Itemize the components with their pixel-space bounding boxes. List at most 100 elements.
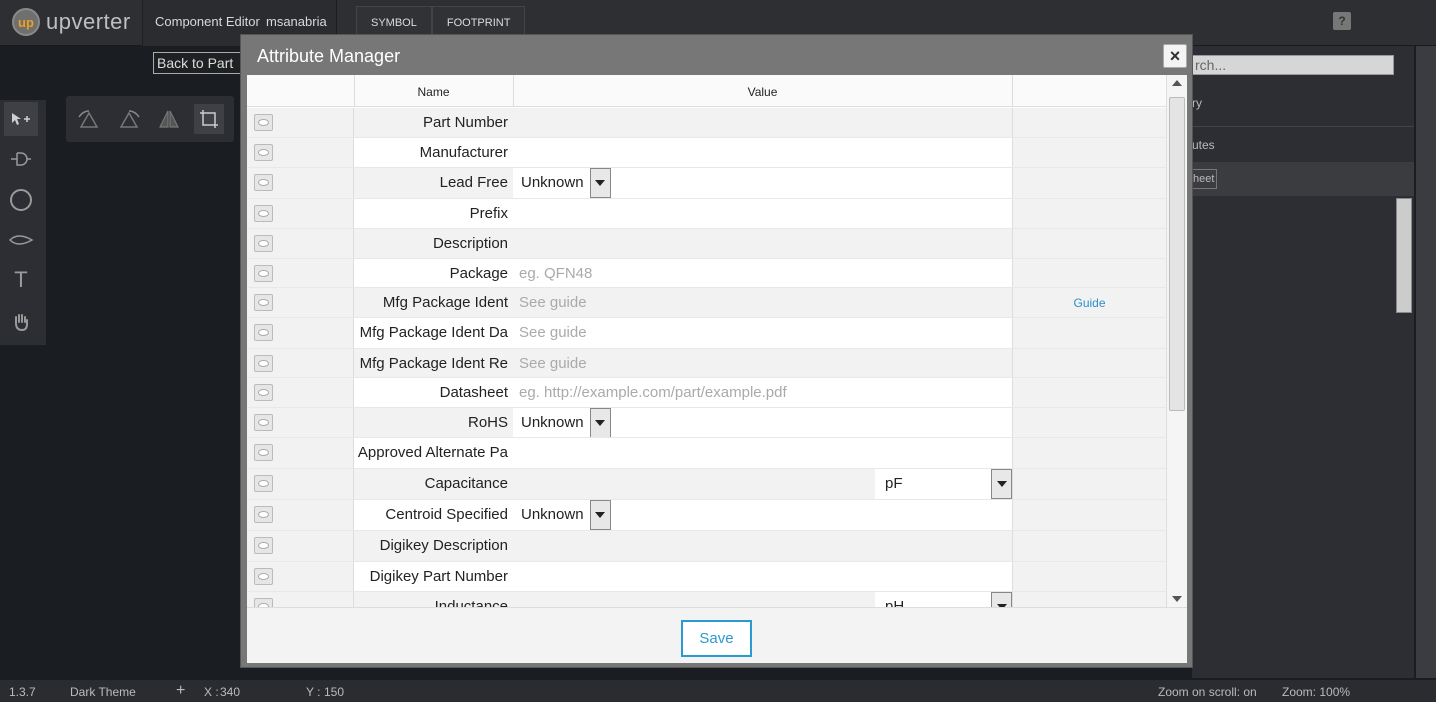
action-cell bbox=[1012, 108, 1166, 138]
attribute-value-input[interactable] bbox=[513, 531, 1012, 561]
table-row: Centroid Specified Unknown bbox=[247, 500, 1166, 531]
action-cell bbox=[1012, 349, 1166, 379]
attribute-value-input[interactable] bbox=[513, 229, 1012, 259]
help-icon[interactable]: ? bbox=[1333, 12, 1351, 30]
save-button[interactable]: Save bbox=[681, 620, 752, 657]
attribute-value-input[interactable]: See guide bbox=[513, 349, 1012, 379]
dialog-title: Attribute Manager bbox=[257, 46, 401, 66]
attribute-name: Part Number bbox=[354, 108, 513, 138]
right-search-input[interactable]: rch... bbox=[1192, 55, 1394, 75]
hand-tool-icon[interactable] bbox=[4, 305, 38, 339]
visibility-cell bbox=[247, 349, 354, 379]
eye-icon[interactable] bbox=[254, 414, 273, 431]
table-row: Prefix bbox=[247, 199, 1166, 229]
eye-icon[interactable] bbox=[254, 235, 273, 252]
crop-icon[interactable] bbox=[194, 104, 224, 134]
eye-icon[interactable] bbox=[254, 294, 273, 311]
unit-select[interactable]: pH bbox=[875, 592, 1012, 607]
eye-icon[interactable] bbox=[254, 598, 273, 607]
action-cell bbox=[1012, 500, 1166, 530]
action-cell bbox=[1012, 531, 1166, 561]
zoom-scroll-toggle[interactable]: Zoom on scroll: on bbox=[1158, 685, 1257, 699]
theme-toggle[interactable]: Dark Theme bbox=[70, 685, 136, 699]
flip-icon[interactable] bbox=[154, 104, 184, 134]
visibility-cell bbox=[247, 318, 354, 348]
attribute-value-input[interactable]: See guide bbox=[513, 318, 1012, 348]
pin-tool-icon[interactable] bbox=[4, 142, 38, 176]
upverter-logo[interactable]: up upverter bbox=[12, 8, 131, 36]
value-select[interactable]: Unknown bbox=[517, 168, 611, 198]
attribute-value-input[interactable] bbox=[513, 108, 1012, 138]
attribute-value-input[interactable]: Unknown bbox=[513, 500, 1012, 530]
divider bbox=[1012, 75, 1013, 107]
select-tool-icon[interactable] bbox=[4, 102, 38, 136]
attribute-value-input[interactable]: Unknown bbox=[513, 168, 1012, 198]
chevron-down-icon[interactable] bbox=[589, 500, 611, 530]
eye-icon[interactable] bbox=[254, 568, 273, 585]
chevron-down-icon[interactable] bbox=[991, 592, 1012, 607]
canvas-scrollbar[interactable] bbox=[1416, 46, 1436, 678]
attribute-name: Prefix bbox=[354, 199, 513, 229]
eye-icon[interactable] bbox=[254, 384, 273, 401]
value-select[interactable]: Unknown bbox=[517, 500, 611, 530]
dialog-scrollbar[interactable] bbox=[1166, 75, 1187, 607]
transform-toolbar bbox=[66, 96, 234, 142]
shape-tool-icon[interactable] bbox=[4, 223, 38, 257]
chevron-down-icon[interactable] bbox=[589, 168, 611, 198]
attribute-value-input[interactable] bbox=[513, 199, 1012, 229]
scroll-down-icon[interactable] bbox=[1172, 596, 1182, 602]
table-row: Approved Alternate Pa bbox=[247, 438, 1166, 469]
right-panel-attributes[interactable]: utes bbox=[1192, 138, 1215, 152]
eye-icon[interactable] bbox=[254, 355, 273, 372]
close-button[interactable]: × bbox=[1163, 44, 1187, 68]
circle-tool-icon[interactable] bbox=[4, 183, 38, 217]
attribute-value-input[interactable]: Unknown bbox=[513, 408, 1012, 438]
eye-icon[interactable] bbox=[254, 444, 273, 461]
eye-icon[interactable] bbox=[254, 475, 273, 492]
unit-select[interactable]: pF bbox=[875, 469, 1012, 499]
table-row: RoHS Unknown bbox=[247, 408, 1166, 438]
table-row: Part Number bbox=[247, 108, 1166, 138]
eye-icon[interactable] bbox=[254, 537, 273, 554]
attribute-name: Lead Free bbox=[354, 168, 513, 198]
rotate-left-icon[interactable] bbox=[74, 104, 104, 134]
scroll-thumb[interactable] bbox=[1169, 97, 1185, 411]
scroll-up-icon[interactable] bbox=[1172, 80, 1182, 86]
back-to-part-button[interactable]: Back to Part bbox=[153, 52, 253, 74]
action-cell bbox=[1012, 562, 1166, 592]
datasheet-button[interactable]: heet bbox=[1192, 169, 1217, 189]
eye-icon[interactable] bbox=[254, 506, 273, 523]
eye-icon[interactable] bbox=[254, 324, 273, 341]
column-header-name[interactable]: Name bbox=[354, 85, 513, 99]
visibility-cell bbox=[247, 199, 354, 229]
attribute-value-input[interactable] bbox=[513, 592, 875, 607]
eye-icon[interactable] bbox=[254, 205, 273, 222]
attribute-value-input[interactable]: See guide bbox=[513, 288, 1012, 318]
column-header-value[interactable]: Value bbox=[513, 85, 1012, 99]
attribute-value-input[interactable]: eg. http://example.com/part/example.pdf bbox=[513, 378, 1012, 408]
rotate-right-icon[interactable] bbox=[114, 104, 144, 134]
eye-icon[interactable] bbox=[254, 144, 273, 161]
attribute-name: Mfg Package Ident bbox=[354, 288, 513, 318]
value-select[interactable]: Unknown bbox=[517, 408, 611, 438]
eye-icon[interactable] bbox=[254, 174, 273, 191]
right-panel-item[interactable]: ry bbox=[1192, 96, 1202, 110]
action-cell bbox=[1012, 138, 1166, 168]
attribute-value-input[interactable] bbox=[513, 562, 1012, 592]
eye-icon[interactable] bbox=[254, 265, 273, 282]
action-cell bbox=[1012, 438, 1166, 468]
eye-icon[interactable] bbox=[254, 114, 273, 131]
username-link[interactable]: msanabria bbox=[266, 14, 327, 29]
attribute-value-input[interactable] bbox=[513, 438, 1012, 468]
guide-link[interactable]: Guide bbox=[1012, 288, 1166, 318]
chevron-down-icon[interactable] bbox=[589, 408, 611, 438]
attribute-value-input[interactable]: eg. QFN48 bbox=[513, 259, 1012, 289]
attribute-value-input[interactable] bbox=[513, 138, 1012, 168]
action-cell bbox=[1012, 168, 1166, 198]
chevron-down-icon[interactable] bbox=[991, 469, 1012, 499]
attribute-value-input[interactable] bbox=[513, 469, 875, 499]
visibility-cell bbox=[247, 168, 354, 198]
attribute-name: Digikey Part Number bbox=[354, 562, 513, 592]
right-panel-scrollbar[interactable] bbox=[1396, 198, 1412, 313]
text-tool-icon[interactable]: T bbox=[4, 263, 38, 297]
